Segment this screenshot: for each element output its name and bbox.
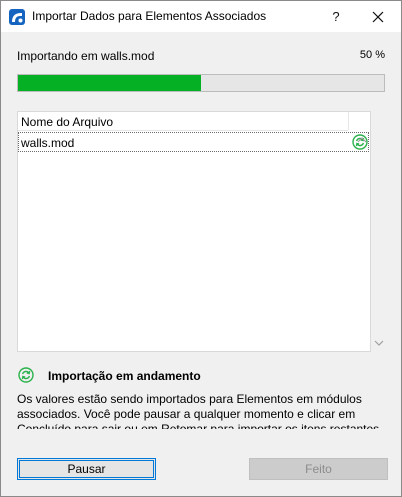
- column-header-file-name[interactable]: Nome do Arquivo: [18, 112, 348, 131]
- sync-icon: [18, 367, 34, 383]
- column-header-label: Nome do Arquivo: [21, 115, 114, 129]
- status-description: Os valores estão sendo importados para E…: [17, 392, 383, 429]
- pause-button-label: Pausar: [67, 462, 106, 476]
- pause-button[interactable]: Pausar: [17, 458, 156, 480]
- column-divider[interactable]: [348, 112, 349, 130]
- progress-label: Importando em walls.mod: [17, 49, 155, 63]
- close-icon: [372, 11, 384, 22]
- status-title: Importação em andamento: [48, 369, 201, 383]
- help-button[interactable]: ?: [319, 1, 353, 32]
- done-button[interactable]: Feito: [249, 458, 388, 480]
- import-dialog: Importar Dados para Elementos Associados…: [0, 0, 402, 497]
- archicad-app-icon: [9, 9, 25, 25]
- title-bar[interactable]: Importar Dados para Elementos Associados…: [1, 1, 401, 32]
- file-name: walls.mod: [21, 136, 75, 150]
- progress-bar-fill: [18, 75, 201, 91]
- progress-percent: 50 %: [359, 49, 385, 61]
- close-button[interactable]: [361, 1, 395, 32]
- file-list[interactable]: Nome do Arquivo walls.mod: [17, 111, 371, 352]
- scroll-down-arrow-icon[interactable]: [373, 339, 385, 347]
- file-row[interactable]: walls.mod: [18, 132, 369, 152]
- window-title: Importar Dados para Elementos Associados: [32, 9, 267, 23]
- help-icon: ?: [332, 9, 340, 24]
- done-button-label: Feito: [305, 462, 332, 476]
- scroll-up-arrow-icon[interactable]: [356, 136, 368, 144]
- progress-bar: [17, 74, 385, 92]
